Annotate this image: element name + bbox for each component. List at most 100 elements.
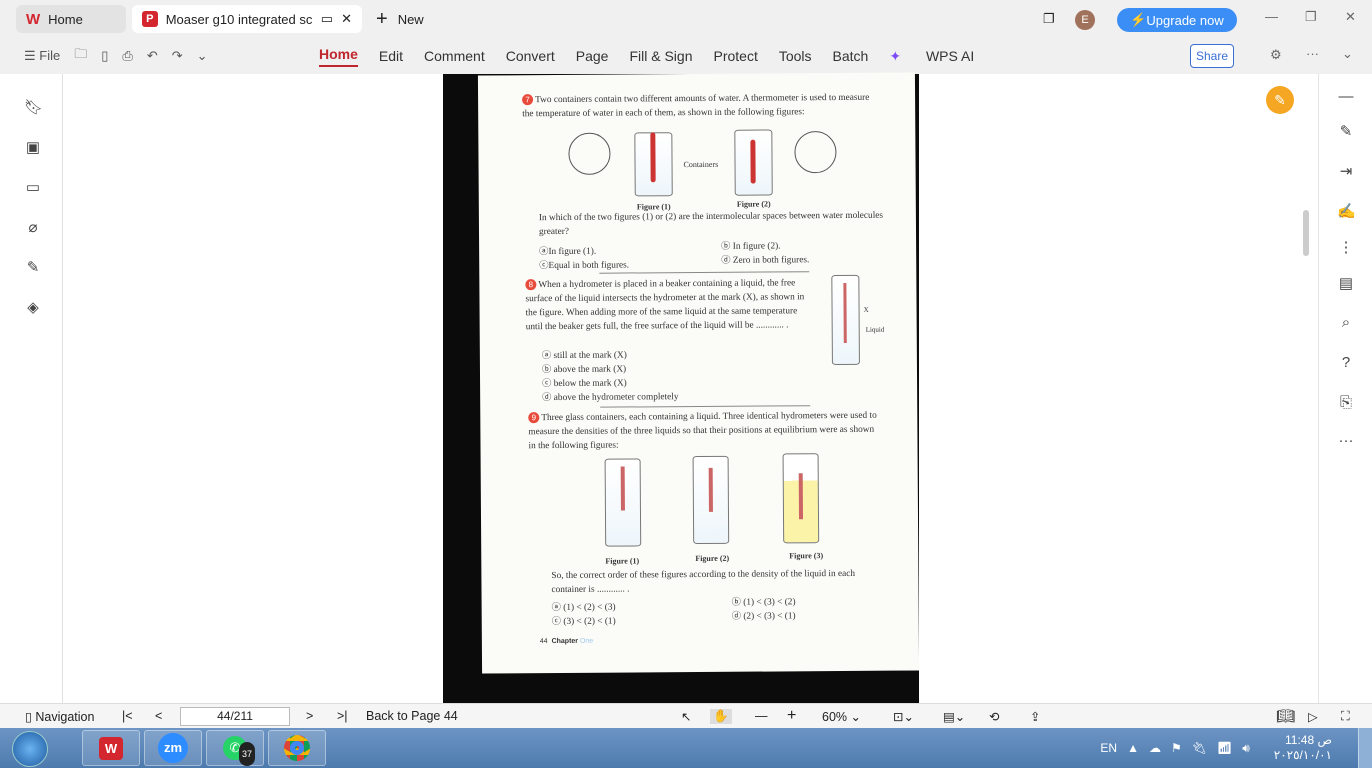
figure-2-label: Figure (2) xyxy=(695,553,730,564)
tab-home[interactable]: Home xyxy=(319,46,358,67)
share-button[interactable]: Share xyxy=(1190,44,1234,68)
action-center-icon[interactable]: ⚑ xyxy=(1171,741,1182,755)
hand-tool-icon[interactable]: ✋ xyxy=(710,708,732,724)
network-icon[interactable]: 📶︎ xyxy=(1217,741,1232,755)
print-icon[interactable]: ⎙ xyxy=(122,48,132,64)
last-page-icon[interactable]: >| xyxy=(337,709,348,723)
navigation-button[interactable]: ▯ Navigation xyxy=(25,709,94,724)
question-7-prompt: In which of the two figures (1) or (2) a… xyxy=(538,210,884,238)
file-label: File xyxy=(39,48,61,63)
date: ٢٠٢٥/١٠/٠١ xyxy=(1273,748,1332,762)
attachment-icon[interactable]: ⌀ xyxy=(24,218,42,236)
option-c: ⓒ below the mark (X) xyxy=(542,378,627,390)
taskbar-wps[interactable]: W xyxy=(82,730,140,766)
help-icon[interactable]: ? xyxy=(1337,354,1355,371)
power-icon[interactable]: 🔌︎ xyxy=(1192,741,1207,755)
tab-convert[interactable]: Convert xyxy=(506,48,576,64)
tab-fill-sign[interactable]: Fill & Sign xyxy=(629,48,713,64)
play-icon[interactable]: ▷ xyxy=(1308,709,1318,724)
status-bar: ▯ Navigation |< < 44/211 > >| Back to Pa… xyxy=(0,703,1372,728)
fullscreen-icon[interactable]: ⛶ xyxy=(1341,709,1350,724)
back-to-page-link[interactable]: Back to Page 44 xyxy=(366,709,458,723)
collapse-icon[interactable]: — xyxy=(1337,88,1355,105)
minimize-button[interactable]: — xyxy=(1265,9,1278,24)
read-mode-icon[interactable]: 📖︎ xyxy=(1276,707,1295,725)
taskbar: W zm ✆ 37 EN ▲ ☁ ⚑ 🔌︎ 📶︎ 🔊︎ 11:48 ص ٢٠٢٥/١… xyxy=(0,728,1372,768)
lightning-icon: ⚡ xyxy=(1130,12,1147,27)
page-view-icon[interactable]: ▤⌄ xyxy=(943,709,965,724)
footer-chapter-number: One xyxy=(579,637,594,645)
language-indicator[interactable]: EN xyxy=(1100,741,1117,755)
comment-icon[interactable]: ▭ xyxy=(24,178,42,196)
window-switch-icon[interactable]: ❐ xyxy=(1043,11,1055,27)
more-icon[interactable]: ··· xyxy=(1306,46,1319,61)
compare-icon[interactable]: ⋮ xyxy=(1337,238,1355,256)
export-icon[interactable]: ⇥ xyxy=(1337,162,1355,180)
question-text: Three glass containers, each containing … xyxy=(528,410,877,452)
undo-icon[interactable]: ↶ xyxy=(147,48,158,64)
signature-icon[interactable]: ✎ xyxy=(24,258,42,276)
taskbar-chrome[interactable] xyxy=(268,730,326,766)
next-page-icon[interactable]: > xyxy=(306,709,313,723)
bookmark-icon[interactable]: 🔖︎ xyxy=(24,98,43,116)
sign-icon[interactable]: ✍ xyxy=(1337,202,1356,220)
thumbnail-icon[interactable]: ▣ xyxy=(24,138,42,156)
rotate-icon[interactable]: ⟲ xyxy=(989,709,999,724)
monitor-icon[interactable]: ▭ xyxy=(321,11,333,27)
clock[interactable]: 11:48 ص ٢٠٢٥/١٠/٠١ xyxy=(1274,733,1332,763)
vertical-scrollbar[interactable] xyxy=(1303,210,1309,256)
hydrometer-3 xyxy=(798,473,804,520)
show-hidden-icons[interactable]: ▲ xyxy=(1127,741,1139,755)
new-tab-button[interactable]: + New xyxy=(376,8,424,31)
tab-edit[interactable]: Edit xyxy=(379,48,424,64)
taskbar-whatsapp[interactable]: ✆ 37 xyxy=(206,730,264,766)
chevron-down-icon[interactable]: ⌄ xyxy=(197,48,208,64)
taskbar-zoom[interactable]: zm xyxy=(144,730,202,766)
mark-x-label: X xyxy=(863,305,869,314)
layers-icon[interactable]: ◈ xyxy=(24,298,42,316)
open-icon[interactable]: 🗀 xyxy=(74,45,87,67)
restore-button[interactable]: ❐ xyxy=(1305,9,1317,25)
zoom-out-icon[interactable]: — xyxy=(755,709,768,723)
fit-icon[interactable]: ⊡⌄ xyxy=(893,709,914,724)
show-desktop-button[interactable] xyxy=(1358,728,1372,768)
first-page-icon[interactable]: |< xyxy=(122,709,133,723)
tab-wps-ai[interactable]: ✦ WPS AI xyxy=(889,48,1016,65)
save-icon[interactable]: ▯ xyxy=(101,48,108,64)
page-number-input[interactable]: 44/211 xyxy=(180,707,290,726)
avatar[interactable]: E xyxy=(1075,10,1095,30)
option-b: ⓑ In figure (2). xyxy=(721,241,781,252)
settings-icon[interactable]: ⚙ xyxy=(1270,47,1282,63)
select-tool-icon[interactable]: ↖ xyxy=(681,709,691,724)
search-icon[interactable]: ⌕ xyxy=(1337,314,1355,331)
tab-batch[interactable]: Batch xyxy=(833,48,890,64)
whatsapp-icon: ✆ 37 xyxy=(223,736,255,766)
edit-pen-button[interactable]: ✎ xyxy=(1266,86,1294,114)
tab-home[interactable]: W Home xyxy=(16,5,126,33)
option-c: ⓒ (3) < (2) < (1) xyxy=(551,616,616,628)
close-tab-icon[interactable]: ✕ xyxy=(341,11,352,27)
tab-comment[interactable]: Comment xyxy=(424,48,506,64)
collapse-ribbon-icon[interactable]: ⌄ xyxy=(1342,46,1353,62)
more-icon[interactable]: ··· xyxy=(1337,432,1355,449)
file-menu[interactable]: ☰ File xyxy=(24,48,60,64)
zoom-in-icon[interactable]: + xyxy=(787,707,796,725)
redo-icon[interactable]: ↷ xyxy=(172,48,183,64)
tab-document[interactable]: P Moaser g10 integrated science ▭ ✕ xyxy=(132,5,362,33)
option-c: ⓒEqual in both figures. xyxy=(539,260,630,272)
start-button[interactable] xyxy=(12,731,48,767)
question-text: When a hydrometer is placed in a beaker … xyxy=(525,278,805,333)
zoom-select[interactable]: 60% ⌄ xyxy=(822,709,861,724)
tab-tools[interactable]: Tools xyxy=(779,48,833,64)
translate-icon[interactable]: ⎘ xyxy=(1337,394,1355,411)
volume-icon[interactable]: 🔊︎ xyxy=(1242,741,1250,756)
upgrade-button[interactable]: ⚡ Upgrade now xyxy=(1117,8,1237,32)
cloud-icon[interactable]: ☁ xyxy=(1149,741,1161,755)
edit-text-icon[interactable]: ✎ xyxy=(1337,122,1355,140)
tab-page[interactable]: Page xyxy=(576,48,630,64)
close-window-button[interactable]: ✕ xyxy=(1345,9,1356,25)
ocr-icon[interactable]: ▤ xyxy=(1337,274,1355,292)
prev-page-icon[interactable]: < xyxy=(155,709,162,723)
tab-protect[interactable]: Protect xyxy=(713,48,778,64)
export-page-icon[interactable]: ⇪ xyxy=(1030,709,1040,724)
